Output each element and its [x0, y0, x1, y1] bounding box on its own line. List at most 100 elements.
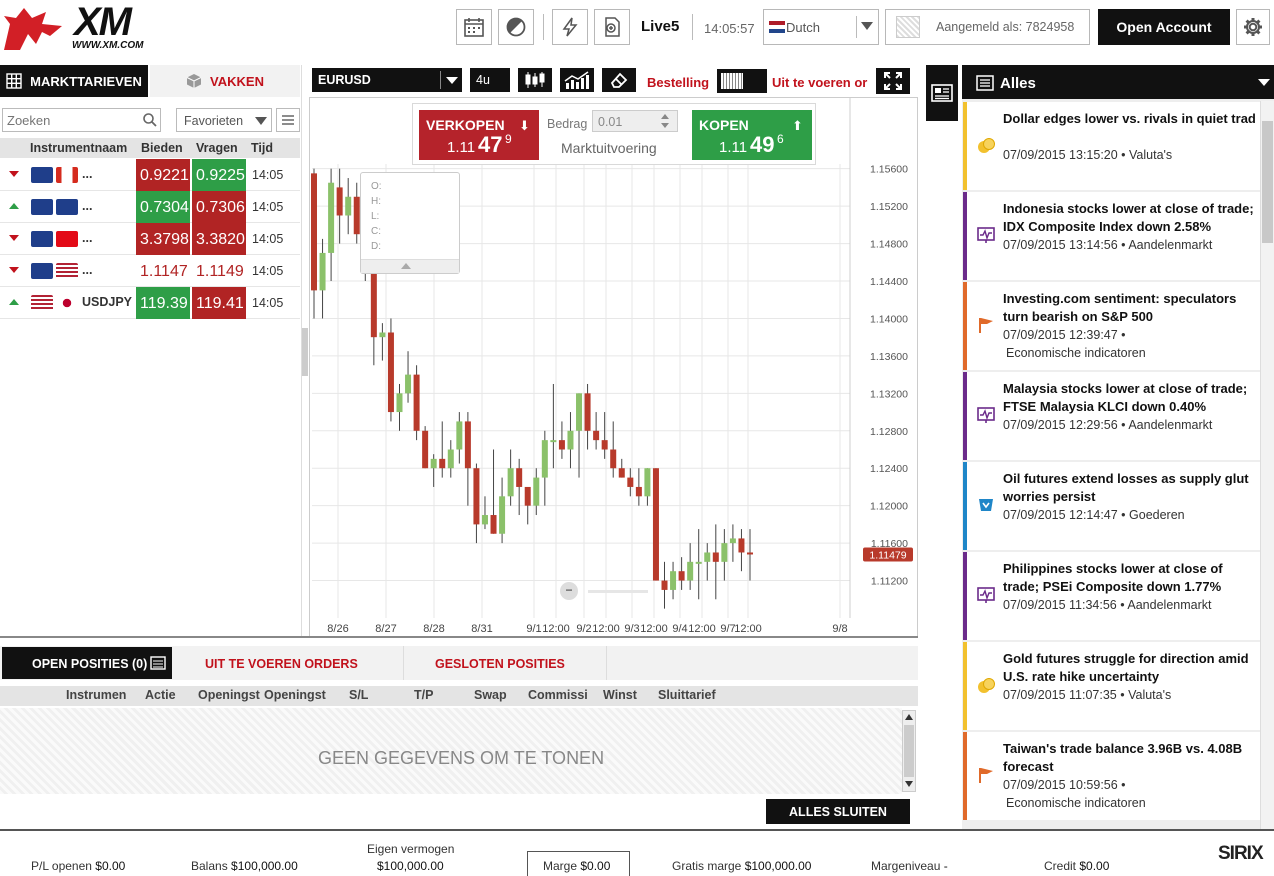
- search-icon[interactable]: [142, 112, 158, 128]
- flag-icon: [31, 263, 53, 279]
- bid-cell[interactable]: 3.3798: [136, 223, 190, 255]
- language-select[interactable]: Dutch: [763, 9, 879, 45]
- list-item[interactable]: USDJPY 119.39 119.41 14:05: [0, 287, 300, 319]
- sell-button[interactable]: VERKOPEN ⬇ 1.11 47 9: [419, 110, 539, 160]
- indicators-button[interactable]: [560, 68, 594, 92]
- table-column-header[interactable]: S/L: [349, 688, 368, 702]
- pending-label[interactable]: Uit te voeren or: [772, 75, 867, 90]
- bid-cell[interactable]: 0.9221: [136, 159, 190, 191]
- list-item[interactable]: ... 1.1147 1.1149 14:05: [0, 255, 300, 287]
- newspaper-icon: [931, 84, 953, 102]
- col-bid[interactable]: Bieden: [141, 141, 183, 155]
- draw-tool-button[interactable]: [602, 68, 636, 92]
- close-all-button[interactable]: ALLES SLUITEN: [766, 799, 910, 824]
- favorites-dropdown[interactable]: Favorieten: [176, 108, 272, 132]
- news-item[interactable]: Taiwan's trade balance 3.96B vs. 4.08B f…: [963, 732, 1260, 820]
- candle-body: [567, 430, 574, 450]
- search-field[interactable]: [2, 108, 161, 132]
- scroll-down-icon[interactable]: [905, 781, 913, 787]
- scrollbar-thumb[interactable]: [1262, 121, 1273, 243]
- symbol-select[interactable]: EURUSD: [312, 68, 462, 92]
- news-item[interactable]: Gold futures struggle for direction amid…: [963, 642, 1260, 730]
- table-column-header[interactable]: Winst: [603, 688, 637, 702]
- tab-boxes[interactable]: VAKKEN: [150, 65, 300, 97]
- scrollbar-thumb[interactable]: [904, 725, 914, 777]
- open-account-button[interactable]: Open Account: [1098, 9, 1230, 45]
- news-title[interactable]: Malaysia stocks lower at close of trade;…: [1003, 380, 1259, 416]
- panel-resize-handle[interactable]: [302, 328, 308, 376]
- zoom-out-icon[interactable]: −: [560, 582, 578, 600]
- order-label[interactable]: Bestelling: [647, 75, 709, 90]
- news-title[interactable]: Dollar edges lower vs. rivals in quiet t…: [1003, 110, 1259, 128]
- tooltip-collapse[interactable]: [361, 259, 459, 273]
- candlestick-type-button[interactable]: [518, 68, 552, 92]
- col-instrument[interactable]: Instrumentnaam: [30, 141, 127, 155]
- ask-cell[interactable]: 1.1149: [192, 255, 246, 287]
- table-column-header[interactable]: Sluittarief: [658, 688, 716, 702]
- news-meta: 07/09/2015 12:14:47 • Goederen: [1003, 508, 1185, 522]
- amount-stepper[interactable]: 0.01: [592, 110, 678, 132]
- buy-button[interactable]: KOPEN ⬆ 1.11 49 6: [692, 110, 812, 160]
- quick-trade-button[interactable]: [552, 9, 588, 45]
- table-column-header[interactable]: Instrumen: [66, 688, 126, 702]
- list-item[interactable]: ... 0.7304 0.7306 14:05: [0, 191, 300, 223]
- news-item[interactable]: Oil futures extend losses as supply glut…: [963, 462, 1260, 550]
- tab-open-positions[interactable]: OPEN POSITIES (0): [2, 647, 172, 679]
- table-column-header[interactable]: Swap: [474, 688, 507, 702]
- list-item[interactable]: ... 3.3798 3.3820 14:05: [0, 223, 300, 255]
- news-title[interactable]: Oil futures extend losses as supply glut…: [1003, 470, 1259, 506]
- news-item[interactable]: Malaysia stocks lower at close of trade;…: [963, 372, 1260, 460]
- news-title[interactable]: Philippines stocks lower at close of tra…: [1003, 560, 1259, 596]
- ask-cell[interactable]: 119.41: [192, 287, 246, 319]
- table-column-header[interactable]: Actie: [145, 688, 176, 702]
- positions-scrollbar[interactable]: [902, 710, 916, 792]
- table-column-header[interactable]: Openingst: [198, 688, 260, 702]
- news-header[interactable]: Alles: [962, 65, 1274, 99]
- bid-cell[interactable]: 119.39: [136, 287, 190, 319]
- calendar-button[interactable]: [456, 9, 492, 45]
- news-item[interactable]: Indonesia stocks lower at close of trade…: [963, 192, 1260, 280]
- table-column-header[interactable]: Commissi: [528, 688, 588, 702]
- order-toggle[interactable]: [717, 69, 767, 93]
- bull-logo-icon: [4, 8, 62, 50]
- y-tick-label: 1.15200: [870, 201, 908, 213]
- table-column-header[interactable]: T/P: [414, 688, 433, 702]
- new-order-button[interactable]: [594, 9, 630, 45]
- news-item[interactable]: Philippines stocks lower at close of tra…: [963, 552, 1260, 640]
- list-item[interactable]: ... 0.9221 0.9225 14:05: [0, 159, 300, 191]
- news-title[interactable]: Investing.com sentiment: speculators tur…: [1003, 290, 1259, 326]
- list-view-button[interactable]: [276, 108, 300, 132]
- ask-cell[interactable]: 0.9225: [192, 159, 246, 191]
- news-scrollbar[interactable]: [1260, 101, 1274, 830]
- timeframe-button[interactable]: 4u: [470, 68, 510, 92]
- settings-button[interactable]: [1236, 9, 1270, 45]
- x-tick-label: 9/3: [624, 623, 639, 635]
- zoom-track[interactable]: [588, 590, 648, 593]
- news-title[interactable]: Gold futures struggle for direction amid…: [1003, 650, 1259, 686]
- table-column-header[interactable]: Openingst: [264, 688, 326, 702]
- stepper-down-icon[interactable]: [661, 123, 669, 128]
- x-tick-label: 9/4: [672, 623, 687, 635]
- news-item[interactable]: Investing.com sentiment: speculators tur…: [963, 282, 1260, 370]
- ask-cell[interactable]: 0.7306: [192, 191, 246, 223]
- news-title[interactable]: Indonesia stocks lower at close of trade…: [1003, 200, 1259, 236]
- news-side-tab[interactable]: [926, 65, 958, 121]
- col-time[interactable]: Tijd: [251, 141, 273, 155]
- tab-market-rates-label: MARKTTARIEVEN: [30, 73, 142, 89]
- tab-closed-positions[interactable]: GESLOTEN POSITIES: [435, 657, 565, 671]
- bid-cell[interactable]: 0.7304: [136, 191, 190, 223]
- search-input[interactable]: [3, 109, 133, 131]
- chevron-down-icon[interactable]: [1258, 79, 1270, 86]
- news-item[interactable]: Dollar edges lower vs. rivals in quiet t…: [963, 102, 1260, 190]
- bid-cell[interactable]: 1.1147: [136, 255, 190, 287]
- ask-cell[interactable]: 3.3820: [192, 223, 246, 255]
- col-ask[interactable]: Vragen: [196, 141, 238, 155]
- stepper-up-icon[interactable]: [661, 114, 669, 119]
- scroll-up-icon[interactable]: [905, 714, 913, 720]
- theme-button[interactable]: [498, 9, 534, 45]
- tab-market-rates[interactable]: MARKTTARIEVEN: [0, 65, 148, 97]
- news-title[interactable]: Taiwan's trade balance 3.96B vs. 4.08B f…: [1003, 740, 1259, 776]
- fullscreen-button[interactable]: [876, 68, 910, 94]
- zoom-slider[interactable]: −: [560, 580, 660, 602]
- tab-pending-orders[interactable]: UIT TE VOEREN ORDERS: [205, 657, 358, 671]
